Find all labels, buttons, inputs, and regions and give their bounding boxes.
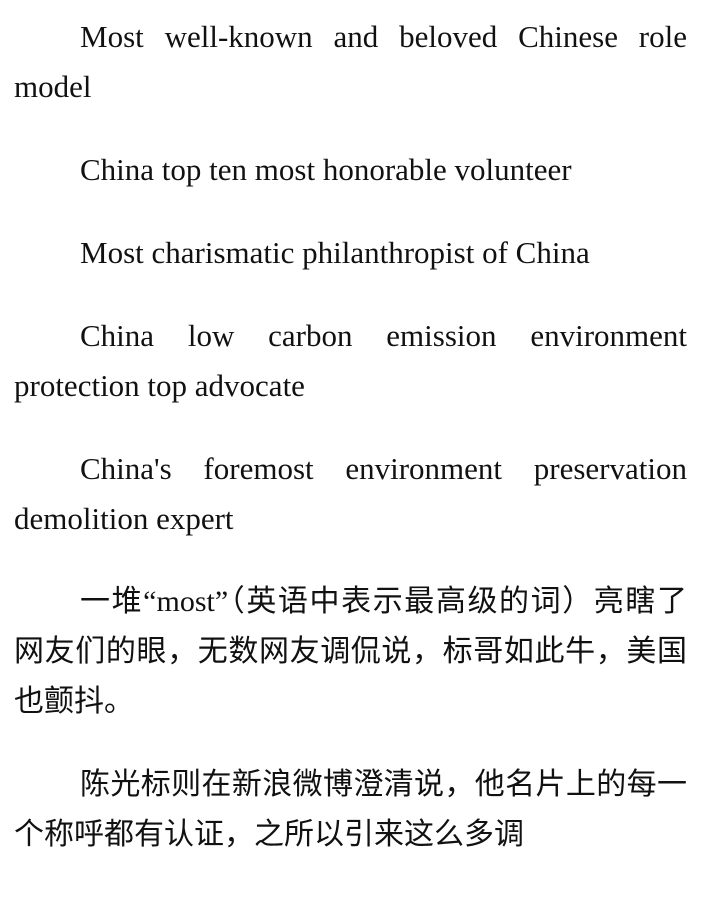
document-page: Most well-known and beloved Chinese role… bbox=[0, 0, 701, 921]
paragraph-philanthropist: Most charismatic philanthropist of China bbox=[80, 235, 590, 270]
paragraph-netizen-reaction: 一堆“most”（英语中表示最高级的词）亮瞎了网友们的眼，无数网友调侃说，标哥如… bbox=[14, 585, 687, 718]
paragraph-volunteer: China top ten most honorable volunteer bbox=[80, 152, 572, 187]
paragraph-demolition-expert: China's foremost environment preservatio… bbox=[14, 451, 687, 536]
paragraph-weibo-clarification: 陈光标则在新浪微博澄清说，他名片上的每一个称呼都有认证，之所以引来这么多调 bbox=[14, 768, 687, 851]
paragraph-role-model: Most well-known and beloved Chinese role… bbox=[14, 19, 687, 104]
paragraph-low-carbon-advocate: China low carbon emission environment pr… bbox=[14, 318, 687, 403]
